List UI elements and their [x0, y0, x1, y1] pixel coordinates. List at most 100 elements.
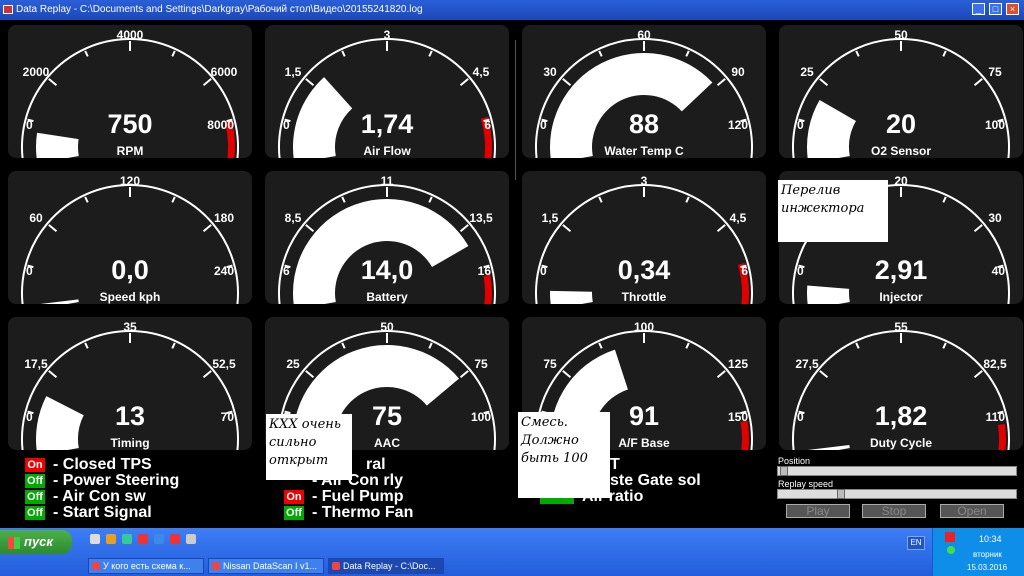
gauge-name: Injector [879, 290, 923, 304]
gauge-name: Throttle [621, 290, 667, 304]
gauge-tick-label: 82,5 [983, 357, 1007, 371]
gauge-tick [598, 50, 603, 57]
gauge-tick [341, 196, 346, 203]
chrome-icon[interactable] [154, 534, 164, 544]
stop-button[interactable]: Stop [862, 504, 926, 518]
gauge-tick-label: 75 [988, 65, 1002, 79]
task-button-2[interactable]: Nissan DataScan I v1... [208, 558, 324, 574]
gauge-tick-label: 1,5 [285, 65, 302, 79]
gauge-tick [716, 78, 726, 87]
gauge-tick [305, 370, 315, 379]
gauge-tick [819, 78, 829, 87]
media-icon[interactable] [106, 534, 116, 544]
gauge-tick-label: 4000 [117, 28, 144, 42]
gauge-tick-label: 180 [214, 211, 234, 225]
position-slider-thumb[interactable] [780, 466, 788, 476]
status-badge: Off [284, 505, 304, 520]
ie-icon[interactable] [122, 534, 132, 544]
gauge-tick-label: 120 [120, 174, 140, 188]
gauge-tick-label: 60 [637, 28, 651, 42]
gauge-name: O2 Sensor [870, 144, 932, 158]
gauge-tick-label: 25 [800, 65, 814, 79]
gauge-tick [202, 370, 212, 379]
gauge-tick [973, 370, 983, 379]
gauge-tick [459, 370, 469, 379]
app-icon [332, 562, 340, 570]
gauge-tick-label: 11 [381, 174, 394, 188]
replay-speed-slider[interactable] [777, 489, 1017, 499]
gauge-outline [21, 184, 239, 304]
grid-icon[interactable] [186, 534, 196, 544]
gauge-tick [598, 196, 603, 203]
gauge-tick [48, 370, 58, 379]
replay-speed-slider-group: Replay speed [775, 479, 1019, 505]
gauge-tick-label: 52,5 [212, 357, 236, 371]
maximize-button[interactable]: □ [989, 3, 1002, 15]
clock-time: 10:34 [979, 534, 1002, 544]
task-button-3[interactable]: Data Replay - C:\Doc... [328, 558, 444, 574]
gauge-tick-label: 75 [543, 357, 557, 371]
desktop-icon[interactable] [90, 534, 100, 544]
gauge-tick-label: 3 [384, 28, 391, 42]
gauge-value: 2,91 [874, 255, 928, 285]
status-thermo-fan: Off - Thermo Fan [284, 504, 413, 522]
status-label: - Thermo Fan [312, 504, 414, 521]
play-button[interactable]: Play [786, 504, 850, 518]
gauge-value-bar [293, 199, 469, 304]
note-injector: Перелив инжектора [778, 180, 888, 242]
gauge-value: 0,0 [111, 255, 149, 285]
gauge-tick [305, 78, 315, 87]
close-button[interactable]: × [1006, 3, 1019, 15]
start-label: пуск [24, 534, 53, 549]
clock-weekday: вторник [973, 550, 1002, 559]
gauge-tick-label: 17,5 [24, 357, 48, 371]
replay-speed-label: Replay speed [777, 479, 835, 489]
gauge-tick [48, 224, 58, 233]
gauge-value: 88 [628, 109, 660, 139]
app-icon [212, 562, 220, 570]
network-icon[interactable] [947, 546, 955, 554]
gauge-tick-label: 125 [728, 357, 748, 371]
replay-speed-slider-thumb[interactable] [837, 489, 845, 499]
gauge-tick [459, 78, 469, 87]
gauge-tick [942, 342, 947, 349]
open-button[interactable]: Open [940, 504, 1004, 518]
opera2-icon[interactable] [170, 534, 180, 544]
gauge-tick-label: 1,5 [542, 211, 559, 225]
gauge-name: Battery [366, 290, 408, 304]
gauge-air-flow: 0 1,5 3 4,5 6 1,74 Air Flow [265, 25, 509, 158]
opera-icon[interactable] [138, 534, 148, 544]
status-label: T [610, 456, 620, 473]
gauge-tick-label: 75 [474, 357, 488, 371]
position-slider[interactable] [777, 466, 1017, 476]
gauge-water-temp-c: 0 30 60 90 120 88 Water Temp C [522, 25, 766, 158]
gauge-tick [716, 370, 726, 379]
position-label: Position [777, 456, 812, 466]
gauge-tick [341, 342, 346, 349]
taskbar: пуск У кого есть схема к... Nissan DataS… [0, 528, 1024, 576]
gauge-tick [855, 50, 860, 57]
task-button-1[interactable]: У кого есть схема к... [88, 558, 204, 574]
gauge-tick-label: 35 [123, 320, 137, 334]
start-button[interactable]: пуск [0, 530, 72, 554]
kaspersky-icon[interactable] [945, 532, 955, 542]
clock-date: 15.03.2016 [967, 563, 1008, 572]
gauge-tick [84, 196, 89, 203]
gauge-tick-label: 55 [894, 320, 908, 334]
opera-icon [92, 562, 100, 570]
system-tray: 10:34 вторник 15.03.2016 [932, 528, 1024, 576]
gauge-name: Speed kph [99, 290, 161, 304]
gauge-tick-label: 90 [731, 65, 745, 79]
gauge-tick [428, 50, 433, 57]
gauge-tick [855, 342, 860, 349]
gauge-tick-label: 3 [641, 174, 648, 188]
gauge-value-bar [550, 53, 713, 158]
gauge-tick [942, 196, 947, 203]
gauge-tick [598, 342, 603, 349]
title-bar: Data Replay - C:\Documents and Settings\… [0, 0, 1024, 20]
minimize-button[interactable]: _ [972, 3, 985, 15]
gauge-outline [535, 184, 753, 304]
status-label: - Air Con sw [53, 488, 146, 505]
language-indicator[interactable]: EN [907, 536, 925, 550]
gauge-tick [819, 370, 829, 379]
